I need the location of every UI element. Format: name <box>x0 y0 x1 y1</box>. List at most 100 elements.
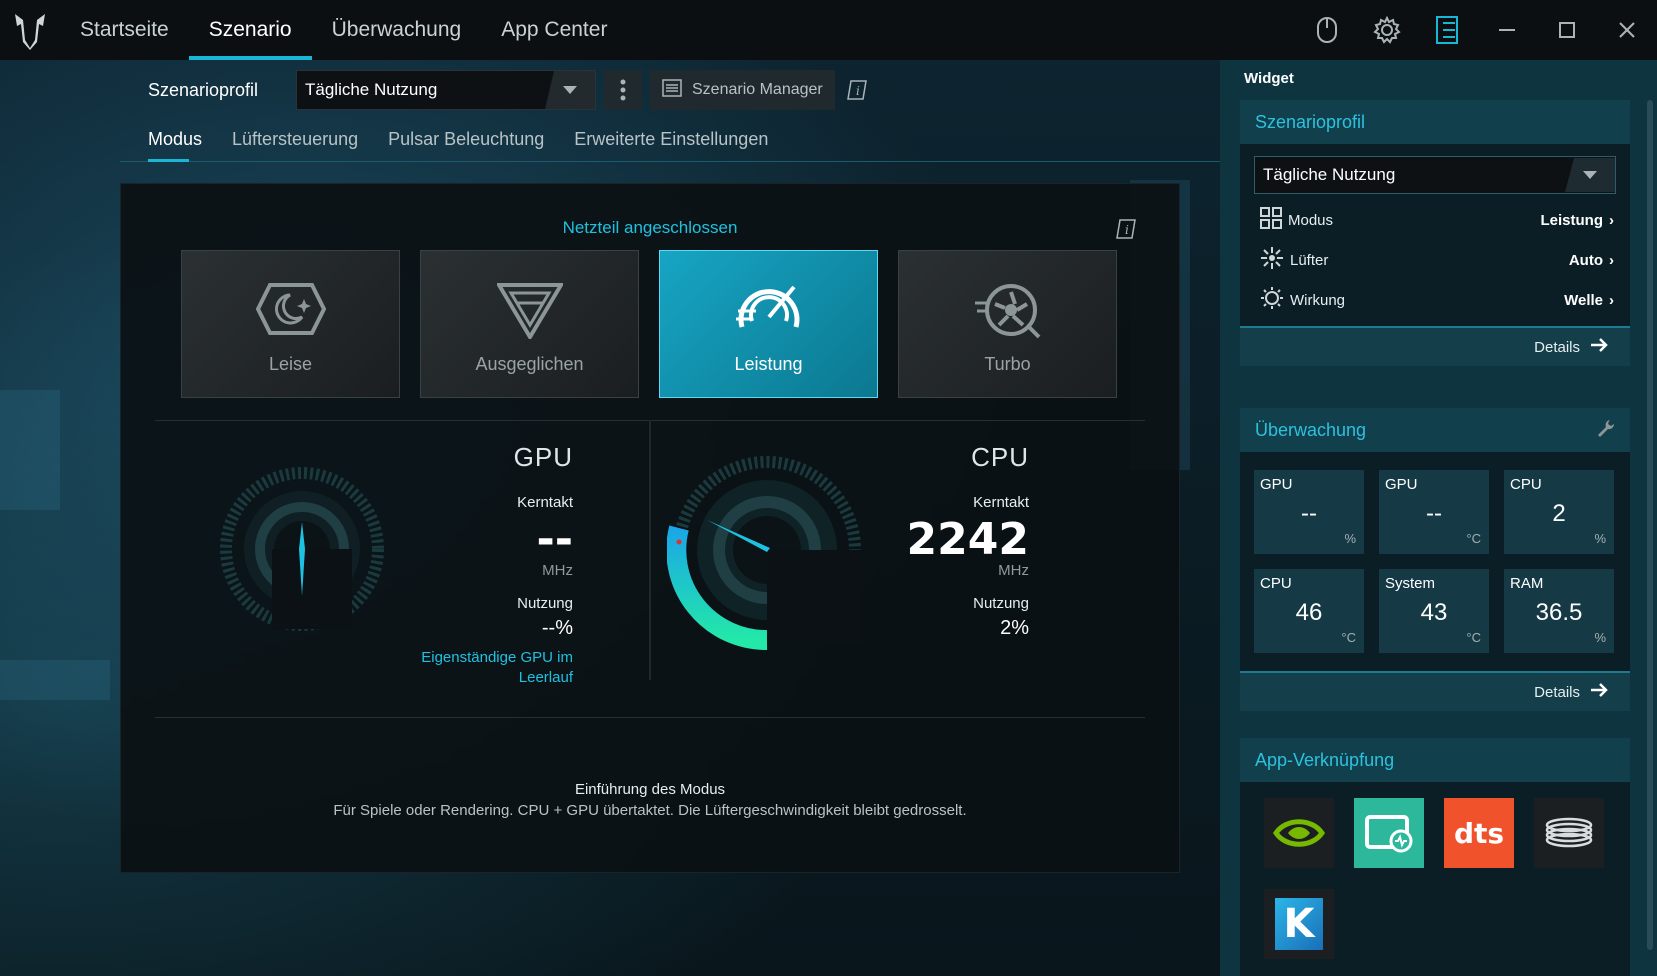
widget-row-luefter[interactable]: Lüfter Auto › <box>1240 240 1630 280</box>
subtab-pulsar-beleuchtung[interactable]: Pulsar Beleuchtung <box>373 118 559 160</box>
widget-profile-dropdown[interactable]: Tägliche Nutzung <box>1254 156 1616 194</box>
widget-row-luefter-label: Lüfter <box>1290 251 1329 269</box>
gpu-gauge <box>220 467 384 631</box>
more-options-button[interactable] <box>604 70 642 110</box>
chevron-down-icon <box>1565 158 1615 192</box>
dts-logo-text: dts <box>1453 816 1505 850</box>
mode-ausgeglichen-label: Ausgeglichen <box>475 354 584 374</box>
mode-info-icon[interactable]: i <box>1115 218 1137 245</box>
subtab-lueftersteuerung[interactable]: Lüftersteuerung <box>217 118 373 160</box>
tile-value: 2 <box>1552 500 1566 527</box>
grid-icon <box>1260 207 1282 233</box>
gpu-clock-value: -- <box>536 514 573 565</box>
wrench-icon[interactable] <box>1596 418 1616 443</box>
arrow-right-icon <box>1590 683 1608 701</box>
tile-value: -- <box>1301 500 1317 527</box>
gear-icon[interactable] <box>1357 0 1417 60</box>
widget-monitor-details-button[interactable]: Details <box>1240 671 1630 711</box>
scenario-profile-selected: Tägliche Nutzung <box>305 80 438 99</box>
tile-value: -- <box>1426 500 1442 527</box>
widget-monitor-header: Überwachung <box>1240 408 1630 452</box>
moon-icon <box>255 281 326 342</box>
monitor-tile: GPU -- °C <box>1379 470 1489 554</box>
info-icon[interactable]: i <box>843 76 871 104</box>
widget-title: Widget <box>1244 70 1294 87</box>
widget-row-wirkung-label: Wirkung <box>1290 291 1346 309</box>
widget-apps-title: App-Verknüpfung <box>1255 749 1395 770</box>
subtab-erweiterte-einstellungen[interactable]: Erweiterte Einstellungen <box>559 118 783 160</box>
maximize-icon[interactable] <box>1537 0 1597 60</box>
scenario-manager-label: Szenario Manager <box>692 81 823 98</box>
tile-label: RAM <box>1510 575 1544 592</box>
mode-leise-button[interactable]: Leise <box>181 250 400 398</box>
monitor-tile: RAM 36.5% <box>1504 569 1614 653</box>
svg-text:i: i <box>856 84 860 98</box>
gpu-usage-value: --% <box>541 617 573 639</box>
tab-ueberwachung[interactable]: Überwachung <box>312 0 482 60</box>
tile-label: CPU <box>1510 476 1542 493</box>
mouse-icon[interactable] <box>1297 0 1357 60</box>
cpu-title: CPU <box>971 442 1029 472</box>
gpu-usage-label: Nutzung <box>517 595 573 612</box>
tile-label: System <box>1385 575 1436 592</box>
tile-label: GPU <box>1260 476 1293 493</box>
widget-apps-header: App-Verknüpfung <box>1240 738 1630 782</box>
minimize-icon[interactable] <box>1477 0 1537 60</box>
widget-row-modus-label: Modus <box>1288 211 1334 229</box>
list-icon <box>662 78 682 102</box>
widget-sidebar: Widget Szenarioprofil Tägliche Nutzung M… <box>1220 60 1657 976</box>
widget-row-wirkung[interactable]: Wirkung Welle › <box>1240 280 1630 320</box>
top-navigation-bar: Startseite Szenario Überwachung App Cent… <box>0 0 1657 60</box>
gpu-idle-note: Eigenständige GPU im Leerlauf <box>421 649 573 686</box>
scenario-manager-button[interactable]: Szenario Manager <box>650 70 835 110</box>
widget-panel-icon[interactable] <box>1417 0 1477 60</box>
widget-row-luefter-value: Auto <box>1568 251 1603 269</box>
nvidia-icon[interactable] <box>1264 798 1334 868</box>
tile-unit: % <box>1594 531 1606 546</box>
scenario-profile-dropdown[interactable]: Tägliche Nutzung <box>296 70 596 110</box>
tab-szenario[interactable]: Szenario <box>188 0 312 60</box>
arrow-right-icon <box>1590 338 1608 356</box>
gpu-clock-label: Kerntakt <box>517 494 573 511</box>
monitor-app-icon[interactable] <box>1354 798 1424 868</box>
subtab-modus[interactable]: Modus <box>120 118 217 162</box>
tile-label: GPU <box>1385 476 1418 493</box>
turbine-icon <box>973 281 1043 344</box>
widget-profile-selected: Tägliche Nutzung <box>1263 165 1396 184</box>
mode-turbo-button[interactable]: Turbo <box>898 250 1117 398</box>
cpu-clock-value: 2242 <box>906 514 1029 565</box>
gpu-clock-unit: MHz <box>542 562 573 579</box>
tile-value: 43 <box>1420 599 1448 626</box>
widget-apps-card: App-Verknüpfung dts K <box>1240 738 1630 976</box>
widget-scenario-title: Szenarioprofil <box>1240 100 1630 144</box>
tile-unit: °C <box>1466 630 1481 645</box>
triangle-icon <box>494 281 565 344</box>
widget-row-modus[interactable]: Modus Leistung › <box>1240 200 1630 240</box>
widget-scenario-card: Szenarioprofil Tägliche Nutzung Modus Le… <box>1240 100 1630 366</box>
mode-ausgeglichen-button[interactable]: Ausgeglichen <box>420 250 639 398</box>
subtab-modus-label: Modus <box>148 128 203 149</box>
mode-turbo-label: Turbo <box>984 354 1031 374</box>
mode-leise-label: Leise <box>268 354 313 374</box>
widget-monitor-title: Überwachung <box>1255 419 1367 440</box>
tab-startseite[interactable]: Startseite <box>60 0 189 60</box>
mode-selector: Leise Ausgeglichen Leistung Turbo <box>181 250 1117 398</box>
light-icon <box>1260 286 1284 314</box>
widget-scenario-details-button[interactable]: Details <box>1240 326 1630 366</box>
predator-logo-icon <box>0 0 60 60</box>
cpu-usage-label: Nutzung <box>973 595 1029 612</box>
mode-leistung-button[interactable]: Leistung <box>659 250 878 398</box>
details-label: Details <box>1534 338 1580 356</box>
coil-icon[interactable] <box>1534 798 1604 868</box>
dts-icon[interactable]: dts <box>1444 798 1514 868</box>
close-icon[interactable] <box>1597 0 1657 60</box>
tab-app-center[interactable]: App Center <box>481 0 627 60</box>
stat-divider <box>649 420 651 680</box>
widget-scrollbar[interactable] <box>1647 100 1653 950</box>
k-app-icon[interactable]: K <box>1264 889 1334 959</box>
tile-unit: °C <box>1466 531 1481 546</box>
divider <box>155 717 1145 718</box>
mode-leistung-label: Leistung <box>734 354 803 374</box>
scenario-profile-label: Szenarioprofil <box>148 79 259 100</box>
tile-unit: % <box>1594 630 1606 645</box>
